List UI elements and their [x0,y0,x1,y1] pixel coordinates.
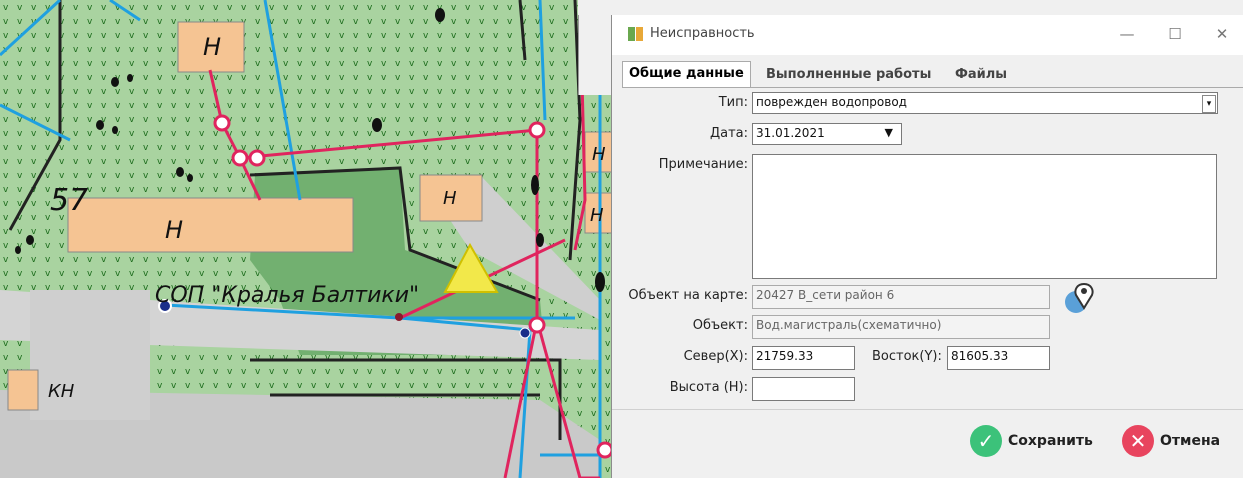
date-label: Дата: [709,126,748,141]
building-label: Н [165,216,183,244]
check-icon: ✓ [970,425,1002,457]
blue-node[interactable] [519,327,531,339]
note-label: Примечание: [658,157,748,172]
fault-dialog: Неисправность — ☐ ✕ Общие данные Выполне… [611,15,1243,478]
cancel-button[interactable]: ✕ Отмена [1122,424,1220,458]
tab-files[interactable]: Файлы [949,63,1013,87]
network-node[interactable] [596,441,614,459]
building-label: КН [48,381,75,402]
east-field[interactable]: 81605.33 [947,346,1050,370]
building-label: Н [203,33,221,61]
type-value: поврежден водопровод [756,95,907,109]
building-label: Н [443,188,457,209]
save-label: Сохранить [1008,433,1093,449]
building[interactable] [7,369,39,411]
height-label: Высота (H): [669,380,748,395]
map-object-label: Объект на карте: [628,288,748,303]
parcel-number: 57 [50,183,88,218]
tab-bar: Общие данные Выполненные работы Файлы [612,57,1243,89]
map-object-field[interactable]: 20427 В_сети район 6 [752,285,1050,309]
tab-works[interactable]: Выполненные работы [760,63,937,87]
east-label: Восток(Y): [872,349,942,364]
maximize-button[interactable]: ☐ [1163,23,1187,45]
network-node[interactable] [528,121,546,139]
dialog-footer: ✓ Сохранить ✕ Отмена [612,409,1243,479]
window-strip [578,0,1243,16]
note-textarea[interactable] [752,154,1217,279]
object-label: Объект: [692,318,748,333]
save-button[interactable]: ✓ Сохранить [970,424,1093,458]
building-label: Н [590,205,604,226]
type-select[interactable]: поврежден водопровод ▾ [752,92,1218,114]
height-field[interactable] [752,377,855,401]
fault-point[interactable] [395,313,403,321]
network-node[interactable] [528,316,546,334]
side-panel [578,15,612,95]
tab-general[interactable]: Общие данные [622,61,751,89]
map-canvas[interactable]: v [0,0,625,478]
date-value: 31.01.2021 [756,126,825,140]
map-view[interactable]: v [0,0,625,478]
dropdown-arrow-icon[interactable]: ▾ [1202,95,1216,113]
network-node[interactable] [231,149,249,167]
place-label: СОП "Кралья Балтики" [155,283,419,308]
north-field[interactable]: 21759.33 [752,346,855,370]
map-book-icon [628,27,643,41]
building-label: Н [592,144,606,165]
type-label: Тип: [718,95,748,110]
locate-on-map-icon[interactable] [1062,280,1098,316]
title-bar[interactable]: Неисправность — ☐ ✕ [612,15,1243,55]
network-node[interactable] [213,114,231,132]
dialog-title: Неисправность [650,26,755,41]
chevron-down-icon[interactable]: ▼ [885,126,893,139]
cancel-label: Отмена [1160,433,1221,449]
network-node[interactable] [248,149,266,167]
general-panel: Тип: поврежден водопровод ▾ Дата: 31.01.… [622,87,1243,410]
object-field[interactable]: Вод.магистраль(схематично) [752,315,1050,339]
minimize-button[interactable]: — [1115,23,1139,45]
close-button[interactable]: ✕ [1210,23,1234,45]
date-picker[interactable]: 31.01.2021 ▼ [752,123,902,145]
building[interactable] [67,197,354,253]
close-circle-icon: ✕ [1122,425,1154,457]
north-label: Север(X): [683,349,748,364]
